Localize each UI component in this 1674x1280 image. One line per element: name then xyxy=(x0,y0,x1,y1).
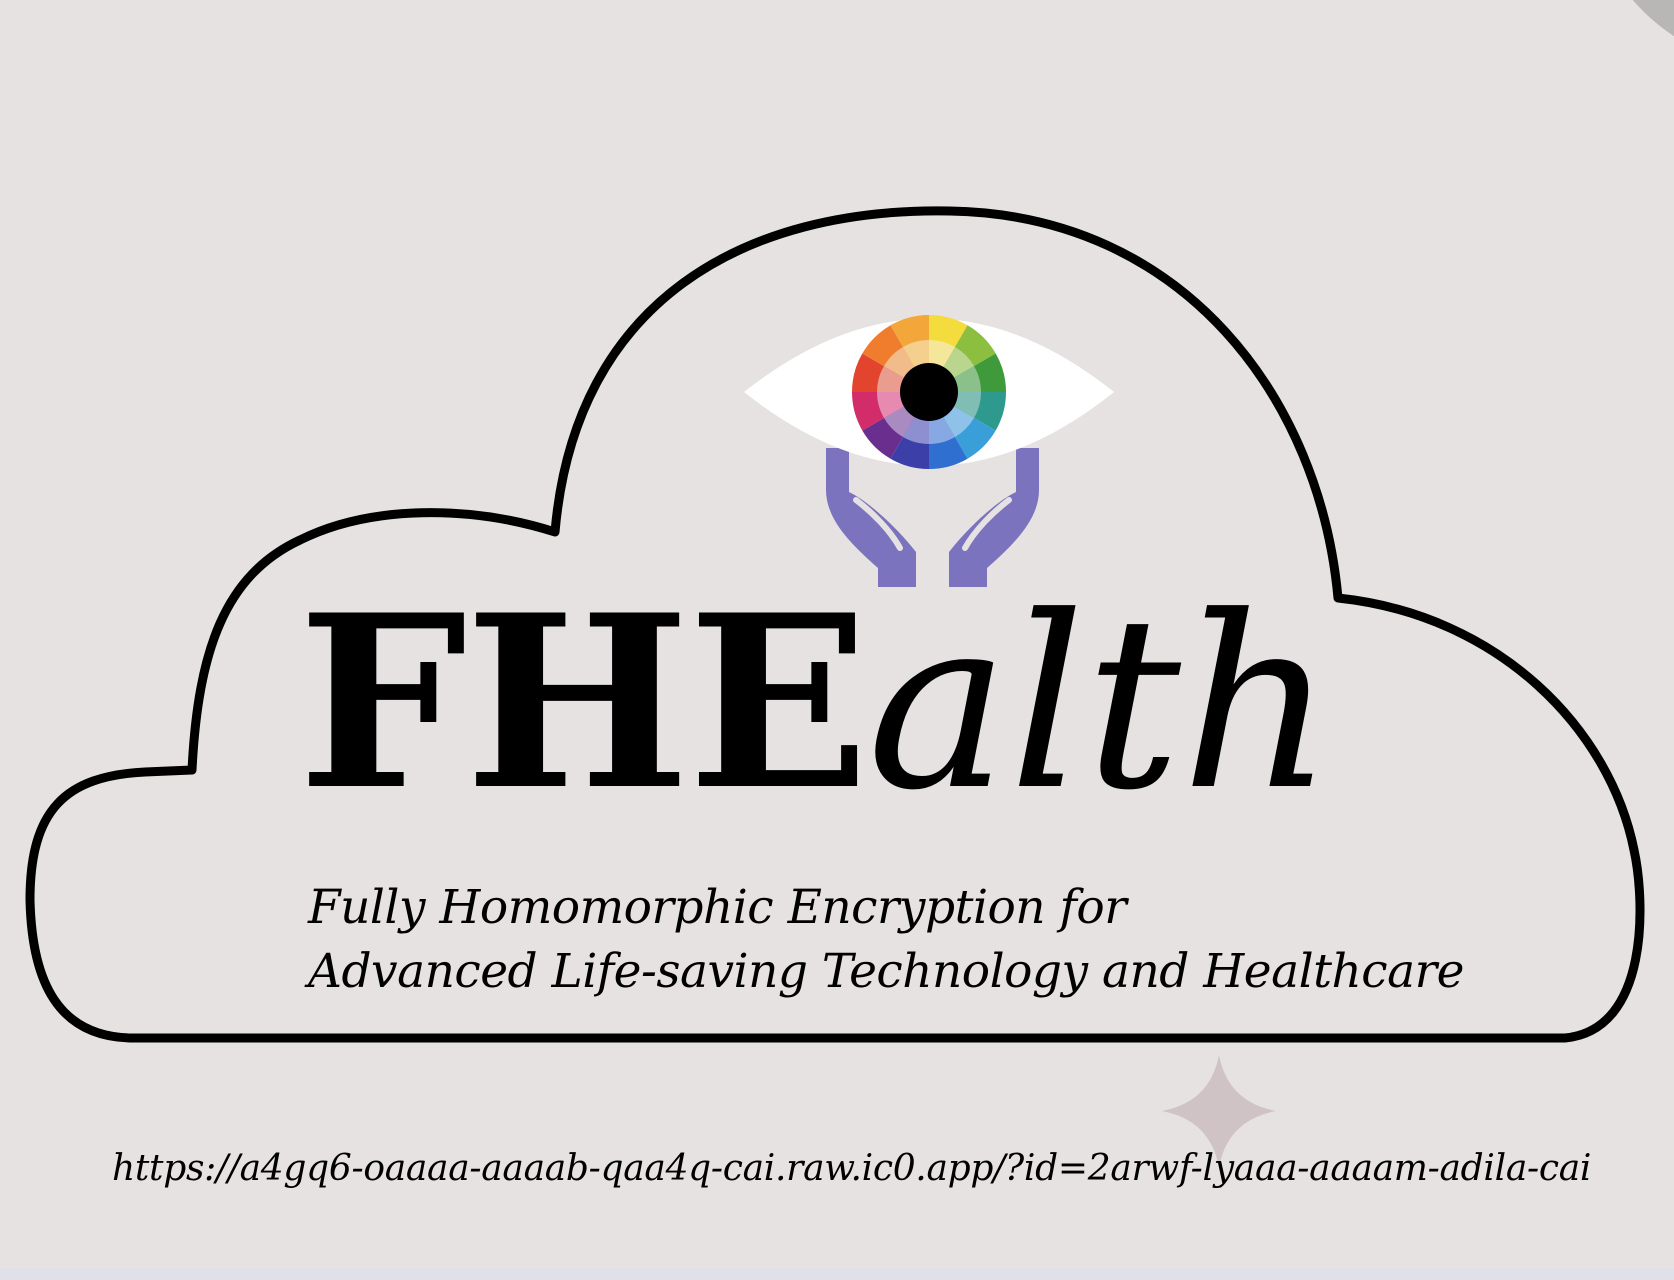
logo-tagline: Fully Homomorphic Encryption for Advance… xyxy=(308,876,1464,1004)
logo-title: FHEalth xyxy=(298,585,1334,824)
logo-title-italic: alth xyxy=(867,566,1335,843)
tagline-line-2: Advanced Life-saving Technology and Heal… xyxy=(308,944,1464,999)
bottom-strip xyxy=(0,1268,1674,1280)
url-text: https://a4gq6-oaaaa-aaaab-qaa4q-cai.raw.… xyxy=(112,1148,1592,1189)
iris-icon xyxy=(852,315,1006,469)
slide-canvas: FHEalth Fully Homomorphic Encryption for… xyxy=(0,0,1674,1280)
pupil xyxy=(900,363,958,421)
eye-in-hands-icon xyxy=(744,315,1114,587)
tagline-line-1: Fully Homomorphic Encryption for xyxy=(308,880,1127,935)
logo-title-bold: FHE xyxy=(298,564,869,843)
